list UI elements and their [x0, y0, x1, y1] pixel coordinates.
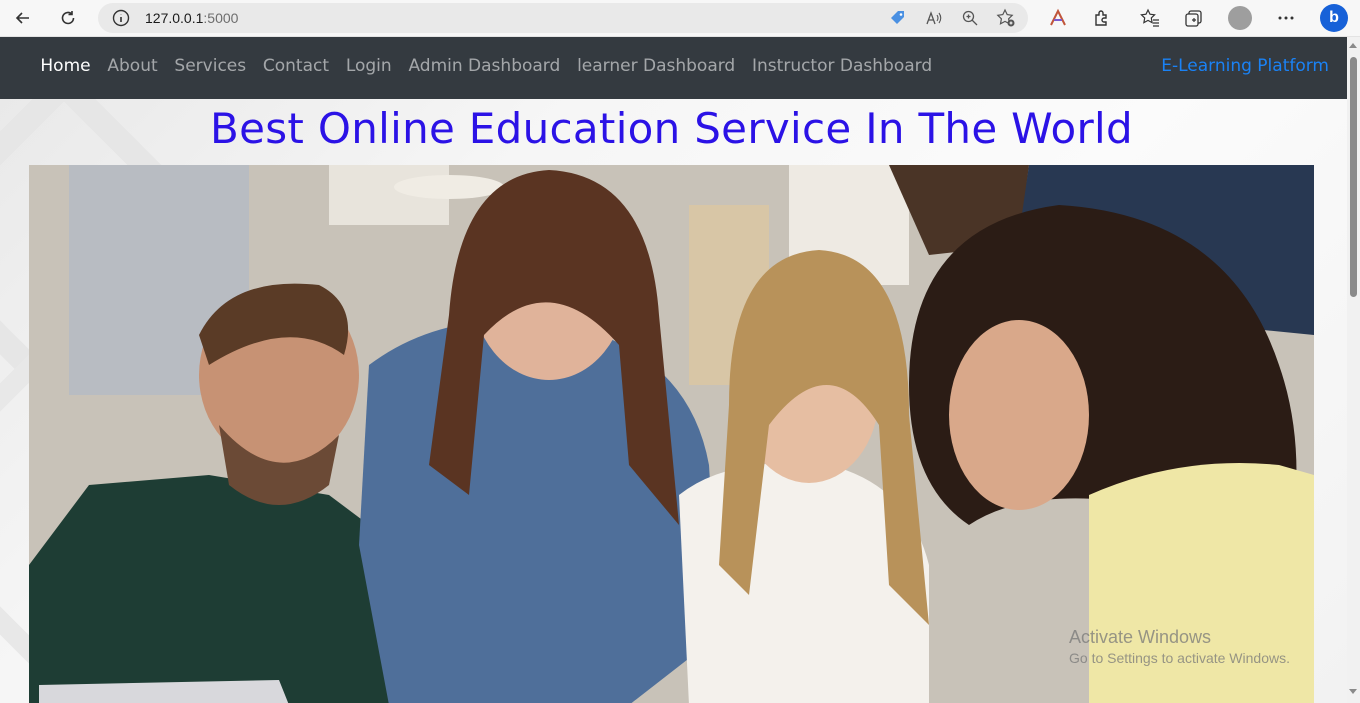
nav-link-admin-dashboard[interactable]: Admin Dashboard [400, 56, 569, 76]
nav-links: Home About Services Contact Login Admin … [32, 56, 941, 76]
favorite-add-icon[interactable] [996, 8, 1016, 28]
scroll-up-icon[interactable] [1349, 43, 1357, 48]
favorites-button[interactable] [1136, 4, 1164, 32]
url-port: :5000 [203, 10, 239, 26]
scroll-thumb[interactable] [1350, 57, 1357, 297]
bing-copilot-icon[interactable]: b [1320, 4, 1348, 32]
students-group-photo-icon [29, 165, 1314, 703]
tag-icon[interactable] [888, 8, 908, 28]
zoom-icon[interactable] [960, 8, 980, 28]
page-content: Best Online Education Service In The Wor… [0, 99, 1347, 703]
site-info-icon[interactable] [112, 9, 130, 31]
profile-avatar-icon[interactable] [1228, 6, 1252, 30]
windows-activation-watermark: Activate Windows Go to Settings to activ… [1069, 627, 1290, 666]
extension-logo-icon [1050, 8, 1066, 26]
brand-link[interactable]: E-Learning Platform [1161, 56, 1329, 76]
nav-link-instructor-dashboard[interactable]: Instructor Dashboard [744, 56, 941, 76]
arrow-left-icon [15, 12, 29, 24]
back-button[interactable] [9, 4, 37, 32]
extensions-button[interactable] [1088, 4, 1116, 32]
more-options-button[interactable] [1272, 4, 1300, 32]
collections-button[interactable] [1180, 4, 1208, 32]
watermark-subtitle: Go to Settings to activate Windows. [1069, 650, 1290, 666]
scroll-down-icon[interactable] [1349, 689, 1357, 694]
nav-link-services[interactable]: Services [166, 56, 254, 76]
nav-link-login[interactable]: Login [337, 56, 400, 76]
address-bar[interactable]: 127.0.0.1:5000 [98, 3, 1028, 33]
nav-link-contact[interactable]: Contact [255, 56, 338, 76]
site-navbar: Home About Services Contact Login Admin … [0, 37, 1347, 99]
watermark-title: Activate Windows [1069, 627, 1212, 647]
refresh-icon [61, 11, 75, 25]
ellipsis-icon [1278, 16, 1294, 20]
page-headline: Best Online Education Service In The Wor… [210, 104, 1133, 153]
collections-icon [1185, 10, 1202, 27]
nav-link-about[interactable]: About [99, 56, 166, 76]
page-scrollbar[interactable] [1347, 37, 1360, 703]
url-host: 127.0.0.1 [145, 10, 204, 26]
nav-link-home[interactable]: Home [32, 56, 99, 76]
reload-button[interactable] [54, 4, 82, 32]
nav-link-learner-dashboard[interactable]: learner Dashboard [569, 56, 744, 76]
read-aloud-icon[interactable] [924, 8, 944, 28]
url-text[interactable]: 127.0.0.1:5000 [145, 10, 238, 26]
hero-image [29, 165, 1314, 703]
browser-toolbar: 127.0.0.1:5000 b [0, 0, 1360, 37]
favorites-list-icon [1140, 8, 1159, 27]
extension-a-button[interactable] [1044, 4, 1072, 32]
puzzle-icon [1095, 10, 1107, 26]
